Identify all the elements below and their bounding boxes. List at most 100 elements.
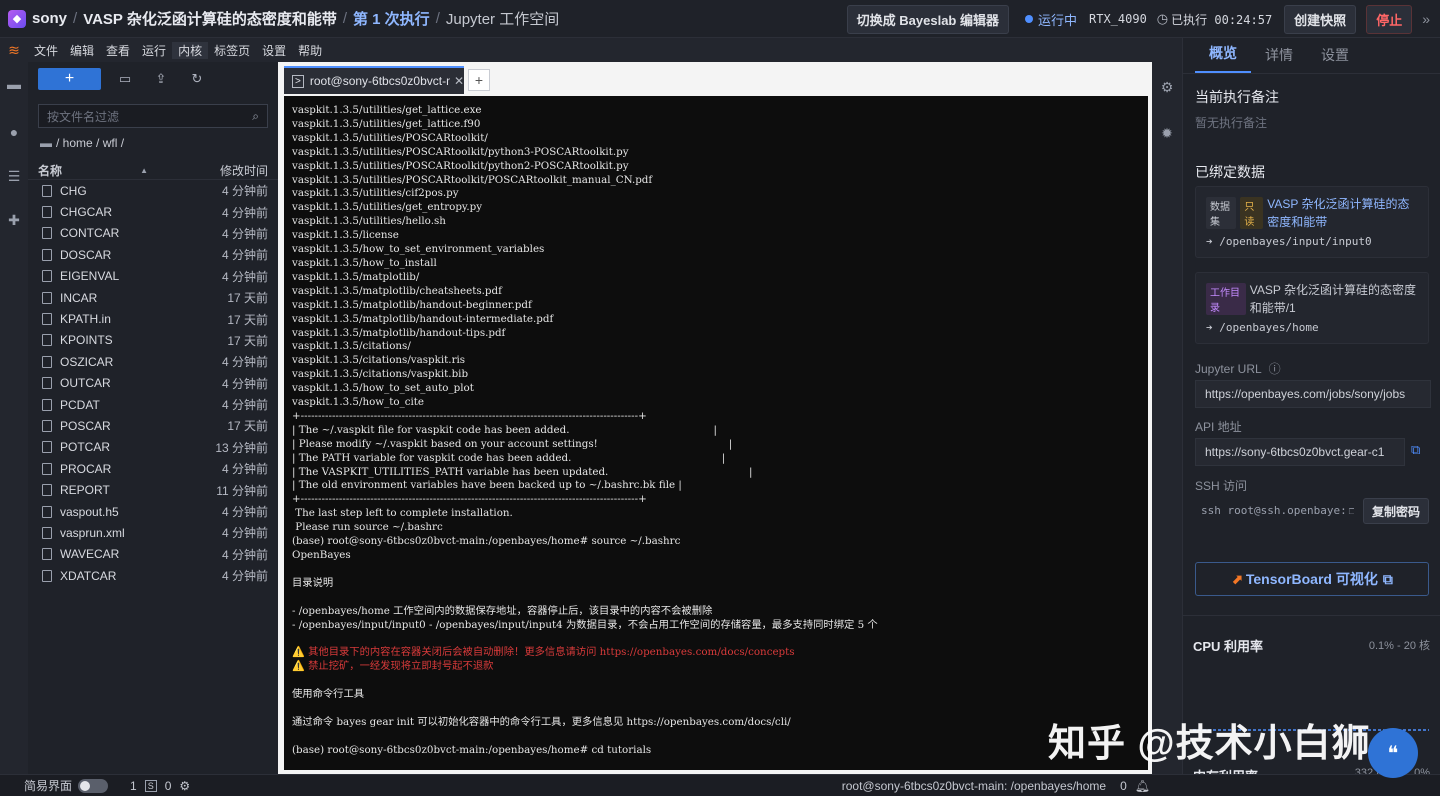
file-row[interactable]: PCDAT 4 分钟前 bbox=[28, 394, 278, 415]
terminal-line: vaspkit.1.3.5/how_to_set_auto_plot bbox=[292, 382, 474, 395]
tab-overview[interactable]: 概览 bbox=[1195, 43, 1251, 73]
menu-kernel[interactable]: 内核 bbox=[172, 41, 209, 59]
terminal-line: (base) root@sony-6tbcs0z0bvct-main:/open… bbox=[292, 535, 681, 548]
file-row[interactable]: WAVECAR 4 分钟前 bbox=[28, 544, 278, 565]
simple-ui-toggle[interactable] bbox=[78, 778, 109, 793]
menu-run[interactable]: 运行 bbox=[136, 42, 172, 59]
copy-icon[interactable]: ❐ bbox=[1349, 504, 1354, 517]
tensorboard-label: TensorBoard 可视化 bbox=[1245, 571, 1378, 587]
file-filter-input[interactable]: 按文件名过滤 ⌕ bbox=[38, 104, 268, 128]
property-inspector-icon[interactable]: ⚙ bbox=[1152, 76, 1182, 98]
right-activity-bar: ⚙ ✹ bbox=[1152, 62, 1182, 774]
file-row[interactable]: REPORT 11 分钟前 bbox=[28, 479, 278, 500]
terminal-line: vaspkit.1.3.5/utilities/get_lattice.exe bbox=[292, 104, 482, 116]
breadcrumb: sony / VASP 杂化泛函计算硅的态密度和能带 / 第 1 次执行 / J… bbox=[32, 8, 559, 29]
menu-settings[interactable]: 设置 bbox=[256, 42, 292, 59]
file-row[interactable]: PROCAR 4 分钟前 bbox=[28, 458, 278, 479]
menu-tabs[interactable]: 标签页 bbox=[208, 42, 256, 59]
file-row[interactable]: KPOINTS 17 天前 bbox=[28, 330, 278, 351]
menu-bar: ≋ 文件 编辑 查看 运行 内核 标签页 设置 帮助 bbox=[0, 38, 1182, 62]
folder-icon[interactable]: ▬ bbox=[0, 72, 28, 96]
file-row[interactable]: XDATCAR 4 分钟前 bbox=[28, 565, 278, 586]
workdir-card[interactable]: 工作目录 VASP 杂化泛函计算硅的态密度和能带/1 ➔ /openbayes/… bbox=[1195, 272, 1429, 344]
info-icon[interactable]: ⓘ bbox=[1269, 362, 1281, 376]
upload-icon[interactable]: ⇪ bbox=[143, 71, 179, 87]
copy-password-button[interactable]: 复制密码 bbox=[1363, 498, 1429, 524]
file-row[interactable]: vaspout.h5 4 分钟前 bbox=[28, 501, 278, 522]
switch-editor-button[interactable]: 切换成 Bayeslab 编辑器 bbox=[846, 4, 1009, 34]
column-name[interactable]: 名称 ▲ bbox=[38, 162, 148, 179]
right-panel-tabs: 概览 详情 设置 bbox=[1183, 38, 1440, 74]
api-url-field[interactable]: https://sony-6tbcs0z0bvct.gear-c1 bbox=[1195, 438, 1405, 466]
tab-details[interactable]: 详情 bbox=[1251, 45, 1307, 73]
terminal-output[interactable]: vaspkit.1.3.5/utilities/get_lattice.exev… bbox=[284, 96, 1148, 770]
app-logo-icon[interactable]: ◆ bbox=[8, 9, 26, 28]
new-launcher-button[interactable]: + bbox=[38, 68, 101, 90]
bell-icon[interactable]: 🔔︎ bbox=[1135, 779, 1150, 793]
file-row[interactable]: EIGENVAL 4 分钟前 bbox=[28, 266, 278, 287]
file-row[interactable]: CONTCAR 4 分钟前 bbox=[28, 223, 278, 244]
terminal-line: vaspkit.1.3.5/license bbox=[292, 229, 399, 242]
stop-button[interactable]: 停止 bbox=[1366, 4, 1413, 34]
ssh-command[interactable]: ssh root@ssh.openbaye: ❐ bbox=[1195, 496, 1355, 524]
create-snapshot-button[interactable]: 创建快照 bbox=[1284, 4, 1357, 34]
file-row[interactable]: POTCAR 13 分钟前 bbox=[28, 437, 278, 458]
refresh-icon[interactable]: ↻ bbox=[179, 71, 215, 87]
terminal-line: vaspkit.1.3.5/citations/vaspkit.bib bbox=[292, 368, 469, 381]
collapse-panel-icon[interactable]: » bbox=[1422, 11, 1430, 27]
chat-button[interactable]: ❝ bbox=[1368, 728, 1418, 778]
file-name-label: CHGCAR bbox=[60, 205, 113, 220]
debugger-icon[interactable]: ✹ bbox=[1152, 122, 1182, 144]
file-icon bbox=[42, 484, 52, 497]
file-row[interactable]: DOSCAR 4 分钟前 bbox=[28, 244, 278, 265]
api-url-label: API 地址 bbox=[1195, 420, 1242, 434]
file-row[interactable]: OSZICAR 4 分钟前 bbox=[28, 351, 278, 372]
terminal-count[interactable]: 0 bbox=[165, 779, 172, 793]
jupyter-url-field[interactable]: https://openbayes.com/jobs/sony/jobs bbox=[1195, 380, 1431, 408]
new-folder-icon[interactable]: ▭ bbox=[107, 71, 143, 87]
terminal-line: | The PATH variable for vaspkit code has… bbox=[292, 451, 726, 464]
file-row[interactable]: vasprun.xml 4 分钟前 bbox=[28, 522, 278, 543]
column-modified[interactable]: 修改时间 bbox=[220, 162, 268, 179]
tab-terminal[interactable]: > root@sony-6tbcs0z0bvct-ma ✕ bbox=[284, 66, 464, 94]
terminal-line: vaspkit.1.3.5/utilities/POSCARtoolkit/PO… bbox=[292, 173, 653, 186]
file-row[interactable]: INCAR 17 天前 bbox=[28, 287, 278, 308]
file-row[interactable]: KPATH.in 17 天前 bbox=[28, 308, 278, 329]
tensorboard-button[interactable]: ⬈ TensorBoard 可视化 ⧉ bbox=[1195, 562, 1429, 596]
current-path: ▬ / home / wfl / bbox=[40, 136, 268, 150]
running-icon[interactable]: ● bbox=[0, 120, 28, 144]
dataset-card[interactable]: 数据集 只读 VASP 杂化泛函计算硅的态密度和能带 ➔ /openbayes/… bbox=[1195, 186, 1429, 258]
close-icon[interactable]: ✕ bbox=[454, 74, 464, 88]
file-name-label: WAVECAR bbox=[60, 547, 120, 562]
settings-gear-icon[interactable]: ⚙ bbox=[179, 779, 190, 793]
breadcrumb-project[interactable]: VASP 杂化泛函计算硅的态密度和能带 bbox=[83, 8, 337, 29]
file-row[interactable]: CHGCAR 4 分钟前 bbox=[28, 201, 278, 222]
open-external-icon[interactable]: ⧉ bbox=[1411, 442, 1420, 458]
file-row[interactable]: POSCAR 17 天前 bbox=[28, 415, 278, 436]
dataset-name[interactable]: VASP 杂化泛函计算硅的态密度和能带 bbox=[1267, 195, 1418, 231]
dataset-badge: 数据集 bbox=[1206, 197, 1237, 229]
terminal-line: | The VASPKIT_UTILITIES_PATH variable ha… bbox=[292, 465, 753, 478]
menu-edit[interactable]: 编辑 bbox=[64, 42, 100, 59]
file-modified: 4 分钟前 bbox=[221, 526, 268, 541]
terminal-line: | The old environment variables have bee… bbox=[292, 479, 682, 492]
workdir-name[interactable]: VASP 杂化泛函计算硅的态密度和能带/1 bbox=[1250, 281, 1418, 317]
file-row[interactable]: CHG 4 分钟前 bbox=[28, 180, 278, 201]
current-path-label[interactable]: / home / wfl / bbox=[56, 136, 124, 150]
add-tab-button[interactable]: + bbox=[468, 69, 490, 91]
toc-icon[interactable]: ☰ bbox=[0, 164, 28, 188]
file-name-label: vaspout.h5 bbox=[60, 504, 119, 519]
file-row[interactable]: OUTCAR 4 分钟前 bbox=[28, 373, 278, 394]
file-modified: 4 分钟前 bbox=[221, 205, 268, 220]
extension-icon[interactable]: ✚ bbox=[0, 208, 28, 232]
bound-data-title: 已绑定数据 bbox=[1195, 164, 1265, 180]
menu-help[interactable]: 帮助 bbox=[292, 42, 328, 59]
tab-settings[interactable]: 设置 bbox=[1307, 45, 1363, 73]
breadcrumb-user[interactable]: sony bbox=[32, 10, 67, 27]
status-dot-icon bbox=[1024, 15, 1033, 23]
kernel-count[interactable]: 1 bbox=[130, 779, 137, 793]
breadcrumb-run[interactable]: 第 1 次执行 bbox=[353, 8, 430, 29]
menu-file[interactable]: 文件 bbox=[28, 42, 64, 59]
menu-view[interactable]: 查看 bbox=[100, 42, 136, 59]
